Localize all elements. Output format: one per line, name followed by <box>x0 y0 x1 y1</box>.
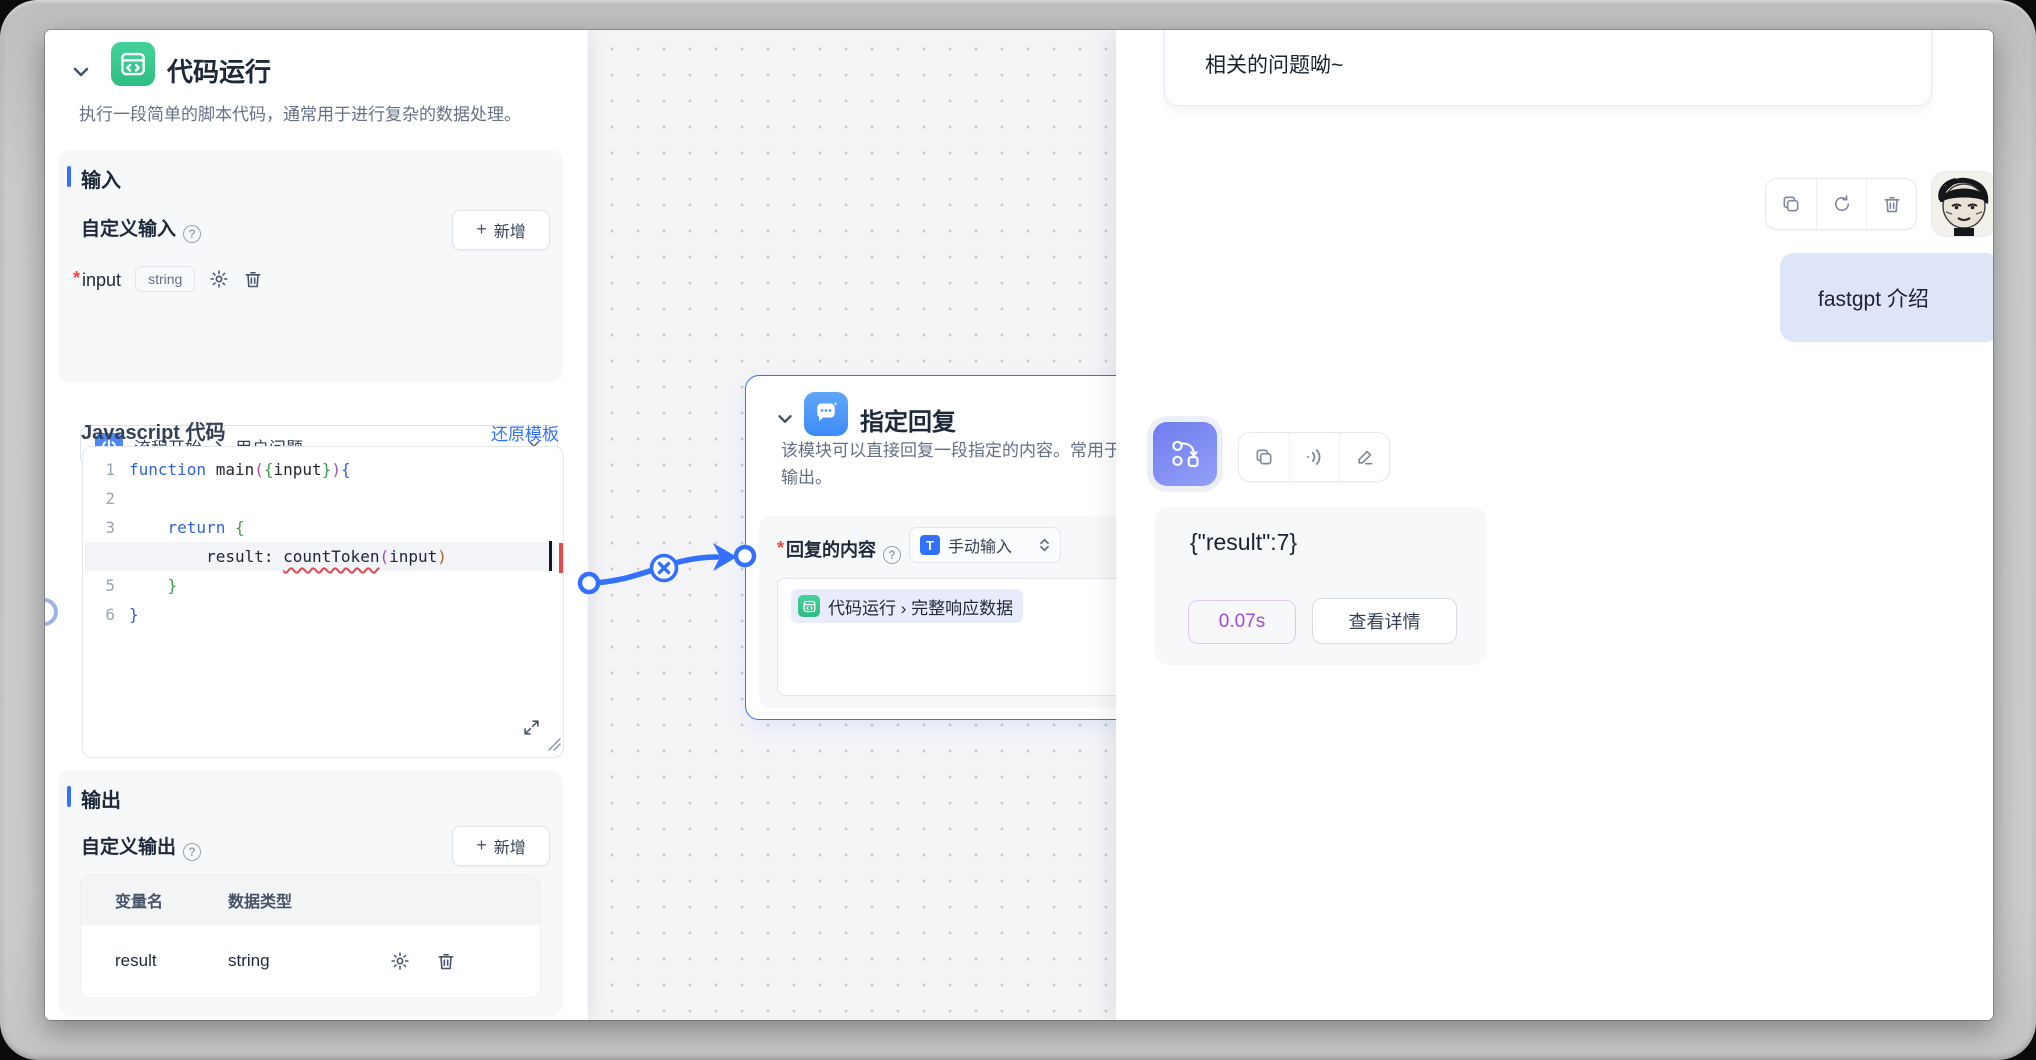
chat-debug-panel: 相关的问题呦~ <box>1116 30 1993 1020</box>
user-message-bubble: fastgpt 介绍 <box>1780 253 1993 342</box>
copy-icon[interactable] <box>1239 433 1289 481</box>
reply-node-description-2: 输出。 <box>781 463 832 488</box>
reply-content-label: *回复的内容? <box>777 536 901 564</box>
assistant-message-card: 相关的问题呦~ <box>1164 30 1932 106</box>
collapse-chevron-icon[interactable] <box>69 60 93 89</box>
required-asterisk: * <box>777 538 784 558</box>
input-section: 输入 自定义输入? +新增 *input string <box>58 150 563 383</box>
app-window: 指定回复 该模块可以直接回复一段指定的内容。常用于引 输出。 *回复的内容? T… <box>45 30 1993 1020</box>
gear-icon[interactable] <box>209 269 229 289</box>
variable-reference-label: 代码运行 › 完整响应数据 <box>828 594 1013 619</box>
code-node-panel: 代码运行 执行一段简单的脚本代码，通常用于进行复杂的数据处理。 输入 自定义输入… <box>45 30 588 1020</box>
section-accent-bar <box>67 786 71 807</box>
reply-node-title: 指定回复 <box>860 402 956 437</box>
reply-content-section: *回复的内容? T 手动输入 <box>759 516 1163 708</box>
line-number: 2 <box>83 484 129 513</box>
ai-response-text: {"result":7} <box>1190 529 1297 556</box>
input-type-tag: string <box>135 266 195 292</box>
ai-response-card: {"result":7} 0.07s 查看详情 <box>1155 507 1487 665</box>
output-section-title: 输出 <box>81 784 121 813</box>
section-accent-bar <box>67 166 71 187</box>
add-input-button[interactable]: +新增 <box>452 210 550 250</box>
js-code-label: Javascript 代码 <box>81 416 226 445</box>
text-input-icon: T <box>920 535 940 555</box>
user-avatar[interactable] <box>1932 172 1993 236</box>
assistant-message-text: 相关的问题呦~ <box>1205 49 1343 79</box>
output-var-type: string <box>228 951 378 971</box>
column-header-name: 变量名 <box>81 888 228 912</box>
resize-handle[interactable] <box>545 735 561 755</box>
plus-icon: + <box>476 836 487 854</box>
help-icon[interactable]: ? <box>883 546 901 564</box>
plus-icon: + <box>476 220 487 238</box>
custom-output-label: 自定义输出? <box>81 832 201 861</box>
add-output-button[interactable]: +新增 <box>452 826 550 866</box>
cursor-marker <box>549 541 552 571</box>
user-message-toolbar <box>1765 178 1917 230</box>
help-icon[interactable]: ? <box>183 225 201 243</box>
code-line[interactable]: 5 } <box>83 571 563 600</box>
code-line[interactable]: 2 <box>83 484 563 513</box>
ai-workflow-avatar[interactable] <box>1153 422 1217 486</box>
edit-icon[interactable] <box>1339 433 1389 481</box>
trash-icon[interactable] <box>243 269 263 289</box>
view-detail-button[interactable]: 查看详情 <box>1312 598 1457 644</box>
line-number: 3 <box>83 513 129 542</box>
code-line[interactable]: 6} <box>83 600 563 629</box>
help-icon[interactable]: ? <box>183 843 201 861</box>
code-node-title: 代码运行 <box>167 52 271 89</box>
copy-icon[interactable] <box>1766 179 1816 229</box>
code-line[interactable]: 4 result: countToken(input) <box>83 542 563 571</box>
retry-icon[interactable] <box>1816 179 1866 229</box>
column-header-type: 数据类型 <box>228 888 378 912</box>
variable-reference-tag[interactable]: 代码运行 › 完整响应数据 <box>791 589 1023 623</box>
expand-icon[interactable] <box>522 718 541 741</box>
code-editor[interactable]: 1function main({input}){23 return {4 res… <box>82 446 564 758</box>
line-number: 5 <box>83 571 129 600</box>
error-marker <box>559 543 563 573</box>
input-field-name: *input <box>73 268 121 291</box>
trash-icon[interactable] <box>436 951 456 971</box>
input-mode-select[interactable]: T 手动输入 <box>909 527 1061 563</box>
custom-input-label: 自定义输入? <box>81 214 201 243</box>
select-updown-icon <box>1039 538 1050 552</box>
gear-icon[interactable] <box>390 951 410 971</box>
ai-message-toolbar <box>1238 432 1390 482</box>
screenshot-stage: 指定回复 该模块可以直接回复一段指定的内容。常用于引 输出。 *回复的内容? T… <box>0 0 2036 1060</box>
output-var-name: result <box>81 951 228 971</box>
output-table-header: 变量名 数据类型 <box>81 875 540 925</box>
voice-icon[interactable] <box>1289 433 1339 481</box>
input-section-title: 输入 <box>81 164 121 193</box>
reply-node-icon <box>804 392 848 436</box>
code-line[interactable]: 1function main({input}){ <box>83 455 563 484</box>
line-number: 1 <box>83 455 129 484</box>
code-run-icon <box>111 42 155 86</box>
code-line[interactable]: 3 return { <box>83 513 563 542</box>
reply-node-description: 该模块可以直接回复一段指定的内容。常用于引 <box>781 436 1138 461</box>
collapse-chevron-icon[interactable] <box>774 408 796 435</box>
node-reply[interactable]: 指定回复 该模块可以直接回复一段指定的内容。常用于引 输出。 *回复的内容? T… <box>745 375 1175 720</box>
output-table: 变量名 数据类型 result string <box>81 875 540 997</box>
reply-content-textarea[interactable]: 代码运行 › 完整响应数据 <box>777 578 1157 696</box>
user-message-text: fastgpt 介绍 <box>1818 283 1929 313</box>
code-node-description: 执行一段简单的脚本代码，通常用于进行复杂的数据处理。 <box>79 100 579 125</box>
reset-template-link[interactable]: 还原模板 <box>491 420 559 445</box>
table-row: result string <box>81 925 540 997</box>
output-section: 输出 自定义输出? +新增 变量名 数据类型 result string <box>58 770 563 1016</box>
line-number: 6 <box>83 600 129 629</box>
trash-icon[interactable] <box>1866 179 1916 229</box>
code-run-mini-icon <box>798 595 820 617</box>
duration-badge: 0.07s <box>1188 600 1296 644</box>
input-mode-value: 手动输入 <box>948 533 1012 557</box>
